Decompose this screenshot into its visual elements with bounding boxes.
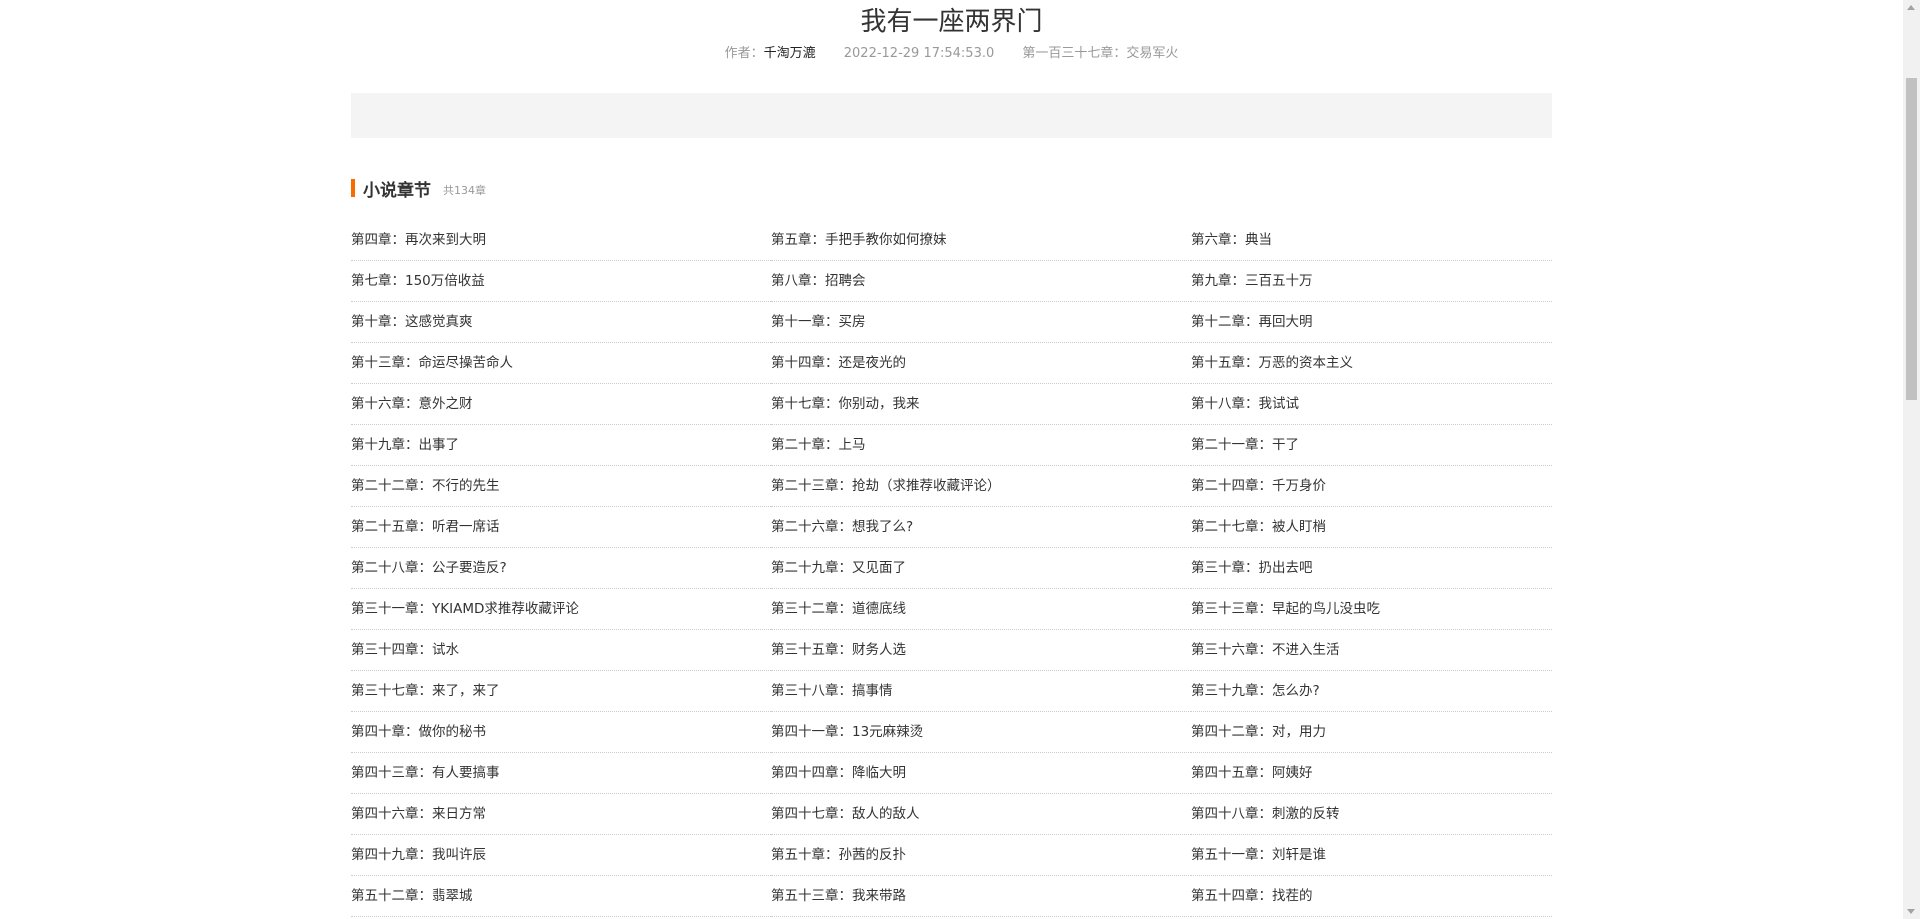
chapter-link[interactable]: 第五十一章：刘轩是谁 [1191,835,1552,876]
chapter-link[interactable]: 第十四章：还是夜光的 [771,343,1191,384]
ad-banner [351,93,1552,138]
chapter-link[interactable]: 第十三章：命运尽操苦命人 [351,343,771,384]
chapter-link[interactable]: 第三十二章：道德底线 [771,589,1191,630]
chapter-link[interactable]: 第三十一章：YKIAMD求推荐收藏评论 [351,589,771,630]
chapter-link[interactable]: 第九章：三百五十万 [1191,261,1552,302]
chapter-link[interactable]: 第二十章：上马 [771,425,1191,466]
latest-chapter-link[interactable]: 第一百三十七章：交易军火 [1022,46,1178,61]
author-name[interactable]: 千淘万漉 [764,46,816,61]
chapter-link[interactable]: 第二十五章：听君一席话 [351,507,771,548]
chapter-link[interactable]: 第十九章：出事了 [351,425,771,466]
scroll-up-arrow-icon[interactable] [1907,5,1915,10]
chapter-link[interactable]: 第三十三章：早起的鸟儿没虫吃 [1191,589,1552,630]
chapter-count: 共134章 [443,184,486,197]
chapter-link[interactable]: 第六章：典当 [1191,220,1552,261]
chapter-link[interactable]: 第十八章：我试试 [1191,384,1552,425]
chapter-link[interactable]: 第四十六章：来日方常 [351,794,771,835]
chapter-link[interactable]: 第三十七章：来了，来了 [351,671,771,712]
section-title: 小说章节 [363,180,431,201]
chapter-link[interactable]: 第二十七章：被人盯梢 [1191,507,1552,548]
chapter-link[interactable]: 第四十章：做你的秘书 [351,712,771,753]
scroll-down-arrow-icon[interactable] [1907,909,1915,914]
chapter-link[interactable]: 第三十四章：试水 [351,630,771,671]
chapter-link[interactable]: 第五十章：孙茜的反扑 [771,835,1191,876]
section-accent-bar [351,179,355,197]
chapter-link[interactable]: 第五十二章：翡翠城 [351,876,771,917]
chapter-link[interactable]: 第三十章：扔出去吧 [1191,548,1552,589]
chapter-link[interactable]: 第四十一章：13元麻辣烫 [771,712,1191,753]
chapter-link[interactable]: 第三十六章：不进入生活 [1191,630,1552,671]
chapter-link[interactable]: 第四十七章：敌人的敌人 [771,794,1191,835]
chapter-list: 第四章：再次来到大明 第五章：手把手教你如何撩妹 第六章：典当第七章：150万倍收益… [351,220,1552,917]
vertical-scrollbar[interactable] [1903,0,1920,919]
chapter-link[interactable]: 第二十一章：干了 [1191,425,1552,466]
chapter-link[interactable]: 第五十四章：找茬的 [1191,876,1552,917]
chapter-link[interactable]: 第二十二章：不行的先生 [351,466,771,507]
chapter-link[interactable]: 第四十八章：刺激的反转 [1191,794,1552,835]
book-meta: 作者：千淘万漉 2022-12-29 17:54:53.0 第一百三十七章：交易… [0,44,1903,64]
chapter-link[interactable]: 第四十四章：降临大明 [771,753,1191,794]
chapter-link[interactable]: 第五十三章：我来带路 [771,876,1191,917]
chapter-link[interactable]: 第十六章：意外之财 [351,384,771,425]
chapter-link[interactable]: 第四十五章：阿姨好 [1191,753,1552,794]
chapter-link[interactable]: 第十二章：再回大明 [1191,302,1552,343]
chapter-link[interactable]: 第八章：招聘会 [771,261,1191,302]
chapter-link[interactable]: 第二十九章：又见面了 [771,548,1191,589]
chapter-link[interactable]: 第四十九章：我叫许辰 [351,835,771,876]
chapter-link[interactable]: 第二十四章：千万身价 [1191,466,1552,507]
chapter-link[interactable]: 第二十三章：抢劫（求推荐收藏评论） [771,466,1191,507]
chapter-link[interactable]: 第十五章：万恶的资本主义 [1191,343,1552,384]
author-label: 作者： [724,46,764,61]
book-title: 我有一座两界门 [860,7,1043,37]
author-info: 作者：千淘万漉 [725,46,816,61]
update-time: 2022-12-29 17:54:53.0 [843,46,995,61]
chapter-link[interactable]: 第二十六章：想我了么? [771,507,1191,548]
chapter-link[interactable]: 第三十八章：搞事情 [771,671,1191,712]
chapter-link[interactable]: 第七章：150万倍收益 [351,261,771,302]
chapter-link[interactable]: 第四章：再次来到大明 [351,220,771,261]
chapter-link[interactable]: 第十一章：买房 [771,302,1191,343]
scrollbar-thumb[interactable] [1906,78,1917,400]
chapter-link[interactable]: 第三十九章：怎么办? [1191,671,1552,712]
chapter-section-header: 小说章节 共134章 [351,176,486,201]
chapter-link[interactable]: 第五章：手把手教你如何撩妹 [771,220,1191,261]
chapter-link[interactable]: 第十七章：你别动，我来 [771,384,1191,425]
chapter-link[interactable]: 第四十二章：对，用力 [1191,712,1552,753]
chapter-link[interactable]: 第四十三章：有人要搞事 [351,753,771,794]
chapter-link[interactable]: 第二十八章：公子要造反? [351,548,771,589]
chapter-link[interactable]: 第三十五章：财务人选 [771,630,1191,671]
chapter-link[interactable]: 第十章：这感觉真爽 [351,302,771,343]
